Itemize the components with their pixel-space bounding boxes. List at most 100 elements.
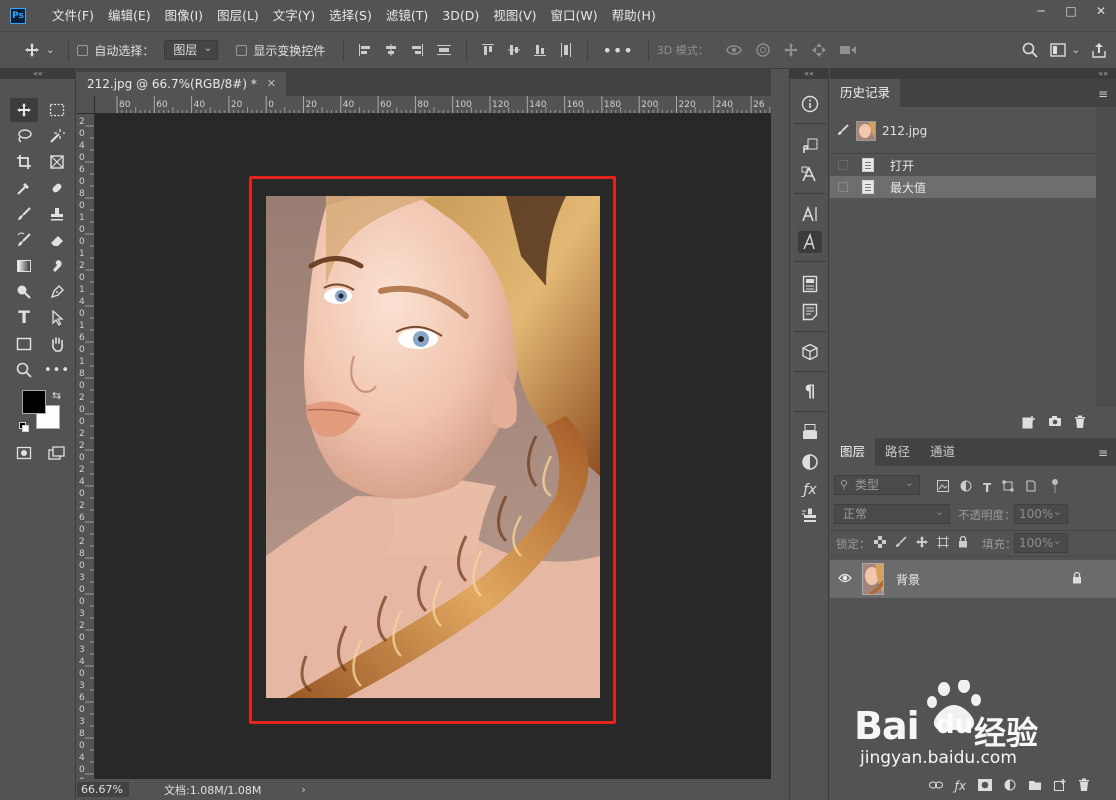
layer-row-background[interactable]: 背景 <box>830 560 1116 598</box>
info-icon[interactable] <box>798 93 822 115</box>
dock-collapse-strip[interactable]: «« <box>789 69 829 79</box>
new-layer-icon[interactable] <box>1054 778 1066 794</box>
frame-tool-icon[interactable] <box>43 150 71 174</box>
menu-type[interactable]: 文字(Y) <box>267 0 323 31</box>
swap-colors-icon[interactable]: ⇆ <box>52 389 61 402</box>
auto-select-checkbox[interactable] <box>77 44 89 56</box>
photoshop-logo[interactable]: Ps <box>10 7 26 24</box>
crop-tool-icon[interactable] <box>10 150 38 174</box>
add-mask-icon[interactable] <box>978 778 992 794</box>
menu-help[interactable]: 帮助(H) <box>606 0 664 31</box>
menu-view[interactable]: 视图(V) <box>487 0 544 31</box>
lock-position-icon[interactable] <box>916 536 928 551</box>
new-document-from-state-icon[interactable] <box>1022 415 1036 432</box>
history-scrollbar[interactable] <box>1096 107 1116 407</box>
adjustments-icon[interactable] <box>798 451 822 473</box>
styles-fx-icon[interactable]: ƒx <box>798 479 822 501</box>
lock-transparency-icon[interactable] <box>874 536 886 551</box>
panel-menu-icon[interactable]: ≡ <box>1098 87 1108 101</box>
new-adjustment-layer-icon[interactable] <box>1004 779 1016 794</box>
default-colors-icon[interactable] <box>19 421 29 435</box>
panel-menu-icon[interactable]: ≡ <box>1098 446 1108 460</box>
tab-layers[interactable]: 图层 <box>830 438 876 466</box>
fill-field[interactable]: 100% <box>1014 532 1068 553</box>
tool-preset-chevron-icon[interactable]: ⌄ <box>46 45 54 56</box>
healing-brush-icon[interactable] <box>43 176 71 200</box>
filter-adjustment-icon[interactable] <box>960 480 972 495</box>
distribute-icon[interactable] <box>436 43 452 57</box>
layer-lock-icon[interactable] <box>1072 571 1082 587</box>
lock-all-icon[interactable] <box>958 535 968 551</box>
search-icon[interactable] <box>1022 42 1038 58</box>
3d-icon[interactable] <box>798 341 822 363</box>
lock-pixels-brush-icon[interactable] <box>895 536 907 551</box>
filter-pixel-icon[interactable] <box>937 480 949 495</box>
brush-tool-icon[interactable] <box>10 202 38 226</box>
link-layers-icon[interactable] <box>928 779 943 793</box>
menu-file[interactable]: 文件(F) <box>46 0 102 31</box>
layers-icon[interactable] <box>798 421 822 443</box>
close-button[interactable]: ✕ <box>1086 0 1116 22</box>
status-menu-arrow[interactable]: › <box>301 783 305 796</box>
toolbar-collapse-strip[interactable]: «« <box>0 69 76 79</box>
history-step-source-box[interactable] <box>838 182 848 192</box>
rectangle-tool-icon[interactable] <box>10 332 38 356</box>
vertical-ruler[interactable]: 2 0 4 0 6 0 8 0 1 0 0 1 2 0 1 4 0 1 6 0 1 8 0 2 0 0 2 2 0 2 4 0 2 6 0 2 8 0 3 0… <box>77 114 95 779</box>
edit-toolbar-icon[interactable]: ••• <box>43 358 71 382</box>
lasso-tool-icon[interactable] <box>10 124 38 148</box>
layer-visibility-eye-icon[interactable] <box>838 572 852 586</box>
history-source-brush-icon[interactable] <box>836 123 850 140</box>
tab-history[interactable]: 历史记录 <box>830 79 901 107</box>
hand-tool-icon[interactable] <box>43 332 71 356</box>
horizontal-ruler[interactable]: 80 60 40 20 0 20 40 60 80 100 120 140 160 180 200 220 24… <box>95 96 771 114</box>
history-snapshot[interactable]: 212.jpg <box>830 109 1096 153</box>
document-tab[interactable]: 212.jpg @ 66.7%(RGB/8#) * ✕ <box>77 72 287 96</box>
3d-pan-icon[interactable] <box>783 42 799 58</box>
tab-paths[interactable]: 路径 <box>875 438 920 466</box>
menu-edit[interactable]: 编辑(E) <box>102 0 159 31</box>
auto-select-dropdown[interactable]: 图层 <box>164 39 219 60</box>
move-tool-icon[interactable] <box>24 42 40 58</box>
menu-3d[interactable]: 3D(D) <box>436 0 487 31</box>
workspace-icon[interactable] <box>1049 43 1066 57</box>
lock-artboard-icon[interactable] <box>937 536 949 551</box>
history-step-source-box[interactable] <box>838 160 848 170</box>
filter-shape-icon[interactable] <box>1002 480 1014 495</box>
eyedropper-icon[interactable] <box>10 176 38 200</box>
3d-orbit-icon[interactable] <box>725 43 743 57</box>
menu-layer[interactable]: 图层(L) <box>211 0 267 31</box>
move-tool-icon[interactable] <box>10 98 38 122</box>
panel-collapse-strip[interactable]: »» <box>830 69 1116 79</box>
delete-state-trash-icon[interactable] <box>1074 415 1086 432</box>
history-brush-icon[interactable] <box>10 228 38 252</box>
smudge-tool-icon[interactable] <box>43 254 71 278</box>
notes-icon[interactable] <box>798 301 822 323</box>
marquee-tool-icon[interactable] <box>43 98 71 122</box>
distribute-vertical-icon[interactable] <box>559 42 573 58</box>
more-options-icon[interactable]: ••• <box>602 41 633 60</box>
glyphs-icon[interactable] <box>798 231 822 253</box>
tab-channels[interactable]: 通道 <box>920 438 965 466</box>
menu-select[interactable]: 选择(S) <box>323 0 380 31</box>
quick-mask-icon[interactable] <box>10 441 38 465</box>
delete-layer-trash-icon[interactable] <box>1078 778 1090 795</box>
gradient-tool-icon[interactable] <box>10 254 38 278</box>
close-tab-icon[interactable]: ✕ <box>267 72 276 96</box>
character-style-icon[interactable] <box>798 163 822 185</box>
align-middle-icon[interactable] <box>507 43 521 57</box>
minimize-button[interactable]: ─ <box>1026 0 1056 22</box>
pen-tool-icon[interactable] <box>43 280 71 304</box>
menu-window[interactable]: 窗口(W) <box>545 0 606 31</box>
3d-slide-icon[interactable] <box>811 42 827 58</box>
align-left-icon[interactable] <box>358 43 372 57</box>
character-icon[interactable] <box>798 203 822 225</box>
ruler-origin[interactable] <box>77 96 95 114</box>
paragraph-icon[interactable]: ¶ <box>798 381 822 403</box>
show-transform-checkbox[interactable] <box>236 44 248 56</box>
stamp-tool-icon[interactable] <box>43 202 71 226</box>
eraser-icon[interactable] <box>43 228 71 252</box>
filter-type-icon[interactable]: T <box>983 481 991 495</box>
type-tool-icon[interactable]: T <box>10 306 38 330</box>
layers-scrollbar[interactable] <box>1096 466 1116 776</box>
screen-mode-icon[interactable] <box>43 441 71 465</box>
